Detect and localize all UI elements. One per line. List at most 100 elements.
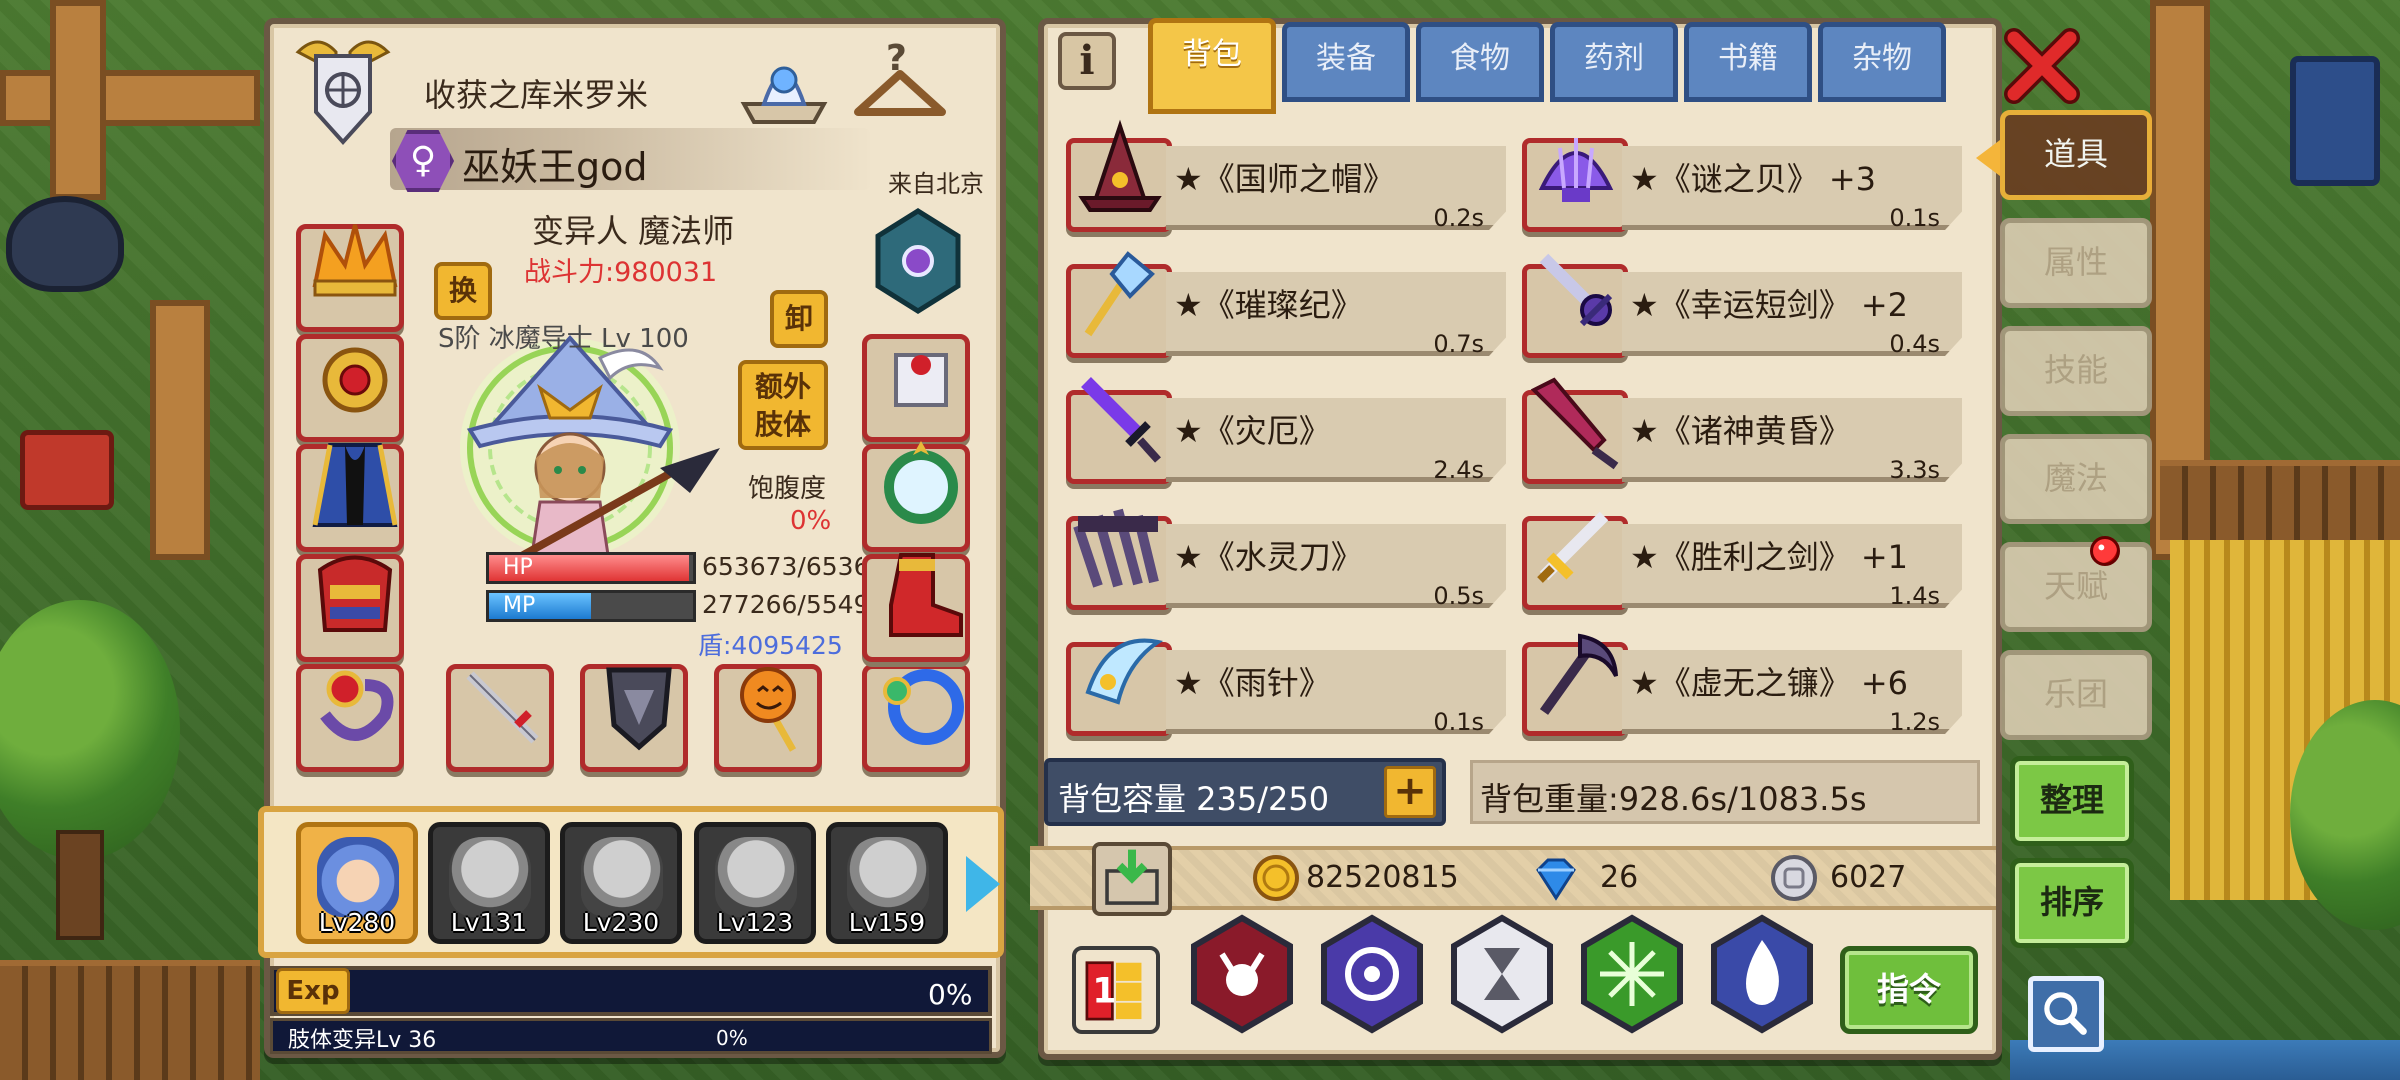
inventory-item[interactable]: ★《国师之帽》 0.2s <box>1066 119 1506 232</box>
inventory-tab[interactable]: 书籍 <box>1684 22 1812 102</box>
inventory-item[interactable]: ★《幸运短剑》 +2 0.4s <box>1522 250 1962 358</box>
side-tab[interactable]: 天赋 <box>2000 542 2152 632</box>
mp-label: MP <box>503 593 536 618</box>
unequip-button[interactable]: 卸 <box>770 290 828 348</box>
party-member[interactable]: Lv159 <box>826 822 948 944</box>
member-portrait <box>581 837 663 917</box>
demon-skill-icon[interactable] <box>1188 914 1296 1034</box>
item-name: ★《虚无之镰》 +6 <box>1630 664 1909 702</box>
hp-label: HP <box>503 555 533 580</box>
item-weight: 0.5s <box>1433 582 1484 610</box>
party-next-arrow-icon[interactable] <box>966 856 1000 912</box>
teal-emblem-icon[interactable] <box>868 206 968 316</box>
equip-slot-amulet[interactable] <box>296 334 404 442</box>
side-tab[interactable]: 乐团 <box>2000 650 2152 740</box>
ice-blade-icon <box>1085 638 1164 705</box>
item-weight: 3.3s <box>1889 456 1940 484</box>
hourglass-skill-icon[interactable] <box>1448 914 1556 1034</box>
inventory-item[interactable]: ★《水灵刀》 0.5s <box>1066 502 1506 610</box>
silver-amount: 6027 <box>1830 860 1907 895</box>
inventory-item[interactable]: ★《灾厄》 2.4s <box>1066 376 1506 484</box>
arcane-skill-icon[interactable] <box>1318 914 1426 1034</box>
inventory-item[interactable]: ★《雨针》 0.1s <box>1066 628 1506 736</box>
info-button[interactable]: i <box>1058 32 1116 90</box>
side-tab[interactable]: 属性 <box>2000 218 2152 308</box>
equip-slot-weapon[interactable] <box>446 664 554 772</box>
inventory-item[interactable]: ★《诸神黄昏》 3.3s <box>1522 376 1962 484</box>
exp-bar <box>270 966 992 1016</box>
item-name: ★《诸神黄昏》 <box>1630 412 1851 450</box>
crystal-staff-icon <box>1084 251 1155 337</box>
store-download-icon[interactable] <box>1092 842 1172 916</box>
race-class: 变异人 魔法师 <box>532 212 735 250</box>
tidy-button[interactable]: 整理 <box>2010 756 2134 846</box>
inventory-item[interactable]: ★《虚无之镰》 +6 1.2s <box>1522 628 1962 736</box>
equip-slot-armor[interactable] <box>296 554 404 662</box>
pumpkin-staff-icon <box>740 667 797 752</box>
inventory-tab[interactable]: 装备 <box>1282 22 1410 102</box>
rank-crystal-icon[interactable] <box>734 34 834 134</box>
satiety-value: 0% <box>790 506 832 536</box>
equip-slot-gloves[interactable] <box>862 334 970 442</box>
equip-slot-ring[interactable] <box>296 664 404 772</box>
side-tab-pointer-icon <box>1976 140 2000 176</box>
atm-machine <box>2290 56 2380 186</box>
side-tab[interactable]: 道具 <box>2000 110 2152 200</box>
side-tab[interactable]: 技能 <box>2000 326 2152 416</box>
party-member[interactable]: Lv131 <box>428 822 550 944</box>
sort-button[interactable]: 排序 <box>2010 858 2134 948</box>
claw-icon <box>1073 508 1159 588</box>
blue-robe-icon <box>312 443 398 527</box>
search-icon[interactable] <box>2028 976 2104 1052</box>
side-tab[interactable]: 魔法 <box>2000 434 2152 524</box>
equip-slot-offhand[interactable] <box>580 664 688 772</box>
equip-slot-bracelet[interactable] <box>862 664 970 772</box>
inventory-item[interactable]: ★《胜利之剑》 +1 1.4s <box>1522 502 1962 610</box>
inventory-item[interactable]: ★《谜之贝》 +3 0.1s <box>1522 124 1962 232</box>
expand-capacity-button[interactable]: + <box>1384 766 1436 818</box>
item-weight: 2.4s <box>1433 456 1484 484</box>
member-level: Lv123 <box>716 908 794 937</box>
equip-slot-crown[interactable] <box>296 224 404 332</box>
inventory-tab[interactable]: 杂物 <box>1818 22 1946 102</box>
party-member[interactable]: Lv123 <box>694 822 816 944</box>
inventory-tab[interactable]: 食物 <box>1416 22 1544 102</box>
extra-limb-button[interactable]: 额外肢体 <box>738 360 828 450</box>
item-name: ★《雨针》 <box>1174 664 1331 702</box>
numbered-blocks-icon[interactable]: 1 <box>1072 946 1160 1034</box>
nature-burst-skill-icon[interactable] <box>1578 914 1686 1034</box>
hp-value: 653673/6536 <box>702 552 862 581</box>
equip-slot-mirror[interactable] <box>862 441 970 552</box>
member-portrait <box>449 837 531 917</box>
item-name: ★《幸运短剑》 +2 <box>1630 286 1909 324</box>
ruby-amulet-icon <box>322 347 388 413</box>
item-weight: 0.4s <box>1889 330 1940 358</box>
scythe-icon <box>1539 633 1618 715</box>
gold-amount: 82520815 <box>1306 860 1459 895</box>
blue-flame-skill-icon[interactable] <box>1708 914 1816 1034</box>
wardrobe-hanger-icon[interactable]: ? <box>850 34 950 134</box>
purple-sword-icon <box>1081 377 1161 463</box>
inventory-item[interactable]: ★《璀璨纪》 0.7s <box>1066 250 1506 358</box>
dragon-armor-icon <box>317 555 393 632</box>
katana-icon <box>466 671 539 744</box>
item-weight: 0.1s <box>1433 708 1484 736</box>
equip-slot-robe[interactable] <box>296 443 404 552</box>
exp-percent: 0% <box>928 978 973 1011</box>
bag-capacity: 背包容量 235/250 <box>1058 780 1330 818</box>
gold-coin-icon <box>1253 855 1299 901</box>
member-level: Lv230 <box>582 908 660 937</box>
equip-slot-boots[interactable] <box>862 553 970 662</box>
party-member[interactable]: Lv230 <box>560 822 682 944</box>
satiety-label: 饱腹度 <box>748 474 827 504</box>
item-name: ★《国师之帽》 <box>1174 160 1395 198</box>
player-name: 巫妖王god <box>462 145 648 189</box>
command-button[interactable]: 指令 <box>1840 946 1978 1034</box>
limb-mutation-percent: 0% <box>716 1026 748 1050</box>
inventory-tab[interactable]: 药剂 <box>1550 22 1678 102</box>
inventory-tab[interactable]: 背包 <box>1148 18 1276 114</box>
close-icon[interactable] <box>2004 28 2080 104</box>
party-member[interactable]: Lv280 <box>296 822 418 944</box>
swap-button[interactable]: 换 <box>434 262 492 320</box>
equip-slot-pumpkin[interactable] <box>714 664 822 772</box>
